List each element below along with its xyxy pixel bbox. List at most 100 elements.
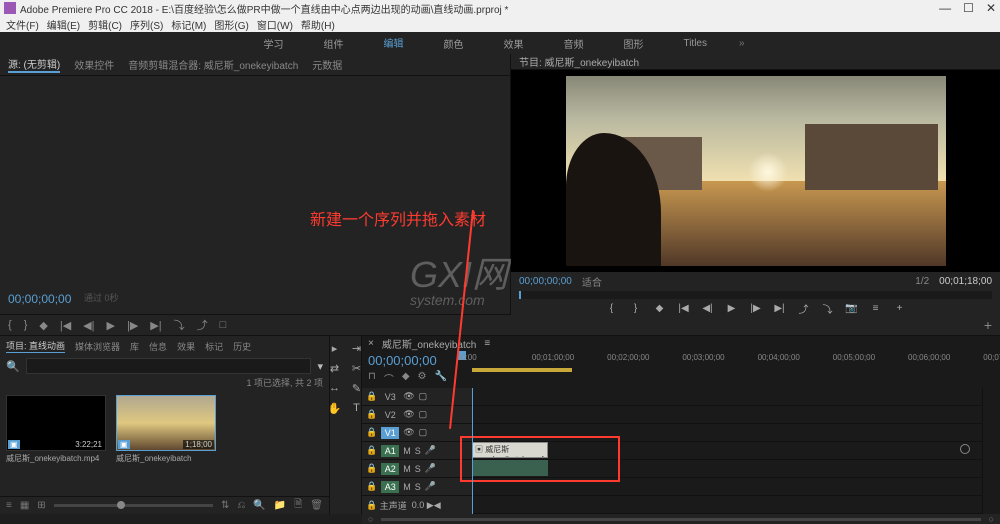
program-scrubber[interactable] bbox=[519, 291, 992, 299]
timeline-timecode[interactable]: 00;00;00;00 bbox=[368, 353, 437, 368]
work-area-bar[interactable] bbox=[472, 368, 572, 372]
menu-help[interactable]: 帮助(H) bbox=[299, 17, 337, 32]
go-out-icon[interactable]: ▶| bbox=[150, 319, 161, 332]
freeform-view-icon[interactable]: ⊞ bbox=[37, 500, 45, 511]
button-editor[interactable]: + bbox=[893, 303, 907, 314]
sequence-tab[interactable]: 威尼斯_onekeyibatch bbox=[382, 336, 477, 351]
export-icon[interactable]: □ bbox=[220, 319, 227, 331]
track-v3[interactable]: 🔒V3👁▢ bbox=[362, 388, 472, 406]
menu-edit[interactable]: 编辑(E) bbox=[45, 17, 82, 32]
workspace-overflow[interactable]: » bbox=[739, 38, 745, 49]
track-v1[interactable]: 🔒V1👁▢ bbox=[362, 424, 472, 442]
timeline-audio-clip[interactable] bbox=[472, 460, 548, 476]
marker-toggle[interactable]: ◆ bbox=[402, 371, 410, 386]
workspace-color[interactable]: 颜色 bbox=[435, 32, 471, 55]
source-timecode[interactable]: 00;00;00;00 bbox=[8, 292, 71, 306]
minimize-button[interactable]: — bbox=[939, 1, 951, 15]
tab-source[interactable]: 源: (无剪辑) bbox=[8, 56, 60, 73]
settings-button[interactable]: ≡ bbox=[869, 303, 883, 314]
tab-history[interactable]: 历史 bbox=[233, 340, 251, 353]
workspace-learn[interactable]: 学习 bbox=[255, 32, 291, 55]
program-monitor[interactable] bbox=[511, 70, 1000, 272]
track-a1[interactable]: 🔒A1MS🎤 bbox=[362, 442, 472, 460]
source-monitor[interactable]: 新建一个序列并拖入素材 GXI网 system.com 00;00;00;00 … bbox=[0, 76, 510, 314]
close-button[interactable]: ✕ bbox=[986, 1, 996, 15]
extract-button[interactable]: ⤵ bbox=[821, 301, 835, 316]
tab-markers[interactable]: 标记 bbox=[205, 340, 223, 353]
program-resolution-select[interactable]: 1/2 bbox=[915, 276, 929, 287]
tab-metadata[interactable]: 元数据 bbox=[312, 57, 342, 72]
project-item[interactable]: ▣ 3:22;21 威尼斯_onekeyibatch.mp4 bbox=[6, 395, 106, 464]
mark-out-icon[interactable]: } bbox=[24, 319, 28, 331]
marker-icon[interactable]: ◆ bbox=[39, 319, 47, 332]
tab-project[interactable]: 项目: 直线动画 bbox=[6, 339, 65, 353]
project-search-input[interactable] bbox=[26, 358, 312, 374]
track-v2[interactable]: 🔒V2👁▢ bbox=[362, 406, 472, 424]
timeline-content[interactable]: ▣ 威尼斯_onekeyibatch.mp4 bbox=[472, 388, 982, 514]
menu-clip[interactable]: 剪辑(C) bbox=[86, 17, 124, 32]
step-fwd-icon[interactable]: |▶ bbox=[127, 319, 138, 332]
track-master[interactable]: 🔒 主声道 0.0 ▶◀ bbox=[362, 496, 472, 514]
mark-out-button[interactable]: } bbox=[629, 303, 643, 314]
tab-effects[interactable]: 效果 bbox=[177, 340, 195, 353]
delete-icon[interactable]: 🗑 bbox=[310, 500, 323, 511]
menu-sequence[interactable]: 序列(S) bbox=[128, 17, 165, 32]
timeline-zoom-slider[interactable] bbox=[381, 518, 980, 521]
settings-icon[interactable]: ⚙ bbox=[418, 371, 427, 386]
export-frame-button[interactable]: 📷 bbox=[845, 303, 859, 314]
menu-marker[interactable]: 标记(M) bbox=[169, 17, 208, 32]
go-to-out-button[interactable]: ▶| bbox=[773, 303, 787, 314]
automate-icon[interactable]: ⎌ bbox=[237, 500, 245, 511]
overwrite-icon[interactable]: ⤴ bbox=[197, 317, 208, 333]
step-back-icon[interactable]: ◀| bbox=[83, 319, 94, 332]
filter-icon[interactable]: ▾ bbox=[317, 360, 323, 373]
timeline-clip[interactable]: ▣ 威尼斯_onekeyibatch.mp4 bbox=[472, 442, 548, 458]
insert-icon[interactable]: ⤵ bbox=[174, 317, 185, 333]
step-forward-button[interactable]: |▶ bbox=[749, 303, 763, 314]
program-fit-select[interactable]: 适合 bbox=[582, 274, 602, 289]
timeline-ruler[interactable]: 00:00 00;01;00;00 00;02;00;00 00;03;00;0… bbox=[457, 351, 994, 369]
workspace-titles[interactable]: Titles bbox=[675, 34, 715, 53]
tab-info[interactable]: 信息 bbox=[149, 340, 167, 353]
program-playhead[interactable] bbox=[519, 291, 521, 299]
track-a3[interactable]: 🔒A3MS🎤 bbox=[362, 478, 472, 496]
hand-tool[interactable]: ✋ bbox=[325, 400, 345, 416]
selection-tool[interactable]: ▸ bbox=[325, 340, 345, 356]
workspace-effects[interactable]: 效果 bbox=[495, 32, 531, 55]
icon-view-icon[interactable]: ▦ bbox=[20, 500, 29, 511]
thumbnail-size-slider[interactable] bbox=[54, 504, 213, 507]
mark-in-icon[interactable]: { bbox=[8, 319, 12, 331]
lift-button[interactable]: ⤴ bbox=[797, 301, 811, 316]
mark-in-button[interactable]: { bbox=[605, 303, 619, 314]
menu-window[interactable]: 窗口(W) bbox=[255, 17, 295, 32]
tab-effect-controls[interactable]: 效果控件 bbox=[74, 57, 114, 72]
ripple-tool[interactable]: ⇄ bbox=[325, 360, 345, 376]
tab-media-browser[interactable]: 媒体浏览器 bbox=[75, 340, 120, 353]
add-button-icon[interactable]: + bbox=[984, 317, 992, 333]
menu-graphics[interactable]: 图形(G) bbox=[212, 17, 250, 32]
timeline-playhead[interactable] bbox=[472, 388, 473, 514]
sort-icon[interactable]: ⇅ bbox=[221, 500, 229, 511]
go-to-in-button[interactable]: |◀ bbox=[677, 303, 691, 314]
new-item-icon[interactable]: 🗎 bbox=[294, 497, 302, 514]
snap-toggle[interactable]: ⊓ bbox=[368, 371, 376, 386]
go-in-icon[interactable]: |◀ bbox=[60, 319, 71, 332]
track-a2[interactable]: 🔒A2MS🎤 bbox=[362, 460, 472, 478]
tab-audio-mixer[interactable]: 音频剪辑混合器: 威尼斯_onekeyibatch bbox=[128, 57, 298, 72]
tab-libraries[interactable]: 库 bbox=[130, 340, 139, 353]
step-back-button[interactable]: ◀| bbox=[701, 303, 715, 314]
wrench-icon[interactable]: 🔧 bbox=[434, 371, 446, 386]
workspace-graphics[interactable]: 图形 bbox=[615, 32, 651, 55]
list-view-icon[interactable]: ≡ bbox=[6, 500, 12, 511]
program-timecode[interactable]: 00;00;00;00 bbox=[519, 276, 572, 287]
slip-tool[interactable]: ↔ bbox=[325, 380, 345, 396]
linked-selection-toggle[interactable]: ⌒ bbox=[384, 371, 394, 386]
play-icon[interactable]: ▶ bbox=[107, 319, 115, 332]
find-icon[interactable]: 🔍 bbox=[253, 500, 265, 511]
zoom-in-icon[interactable]: ○ bbox=[989, 514, 994, 524]
workspace-audio[interactable]: 音频 bbox=[555, 32, 591, 55]
add-marker-button[interactable]: ◆ bbox=[653, 303, 667, 314]
zoom-out-icon[interactable]: ○ bbox=[368, 514, 373, 524]
workspace-editing[interactable]: 编辑 bbox=[375, 31, 411, 56]
workspace-assembly[interactable]: 组件 bbox=[315, 32, 351, 55]
